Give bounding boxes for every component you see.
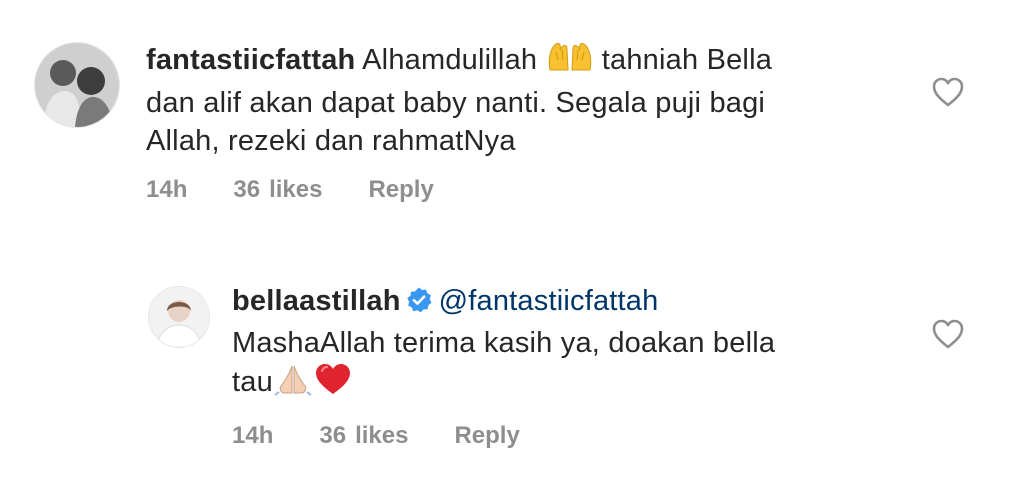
likes-count[interactable]: 36 likes xyxy=(233,176,322,204)
comment-body: fantastiicfattah Alhamdulillah tahniah B… xyxy=(146,40,906,160)
red-heart-emoji xyxy=(313,362,353,406)
avatar[interactable] xyxy=(148,286,210,348)
comment-meta: 14h 36 likes Reply xyxy=(146,176,434,204)
avatar[interactable] xyxy=(34,42,120,128)
comment-text: tau xyxy=(232,366,273,398)
reply-button[interactable]: Reply xyxy=(454,422,519,450)
raising-hands-emoji xyxy=(546,40,594,84)
reply-bellaastillah: bellaastillah @fantastiicfattah MashaAll… xyxy=(0,260,1024,494)
comment-text: MashaAllah terima kasih ya, doakan bella xyxy=(232,327,776,359)
mention-link[interactable]: @fantastiicfattah xyxy=(439,285,659,317)
timestamp: 14h xyxy=(146,176,188,203)
comment-fantastiicfattah: fantastiicfattah Alhamdulillah tahniah B… xyxy=(0,0,1024,230)
username[interactable]: fantastiicfattah xyxy=(146,44,355,76)
verified-badge-icon xyxy=(405,286,433,324)
username[interactable]: bellaastillah xyxy=(232,285,401,317)
timestamp: 14h xyxy=(232,422,274,449)
comment-text: tahniah Bella xyxy=(601,44,773,76)
comment-meta: 14h 36 likes Reply xyxy=(232,422,520,450)
likes-count[interactable]: 36 likes xyxy=(319,422,408,450)
like-heart-icon[interactable] xyxy=(931,318,965,350)
comment-body: bellaastillah @fantastiicfattah MashaAll… xyxy=(232,282,912,406)
like-heart-icon[interactable] xyxy=(931,76,965,108)
folded-hands-emoji xyxy=(273,362,313,406)
comment-text: dan alif akan dapat baby nanti. Segala p… xyxy=(146,87,766,119)
comment-text: Allah, rezeki dan rahmatNya xyxy=(146,125,516,157)
comment-text: Alhamdulillah xyxy=(362,44,538,76)
reply-button[interactable]: Reply xyxy=(368,176,433,204)
